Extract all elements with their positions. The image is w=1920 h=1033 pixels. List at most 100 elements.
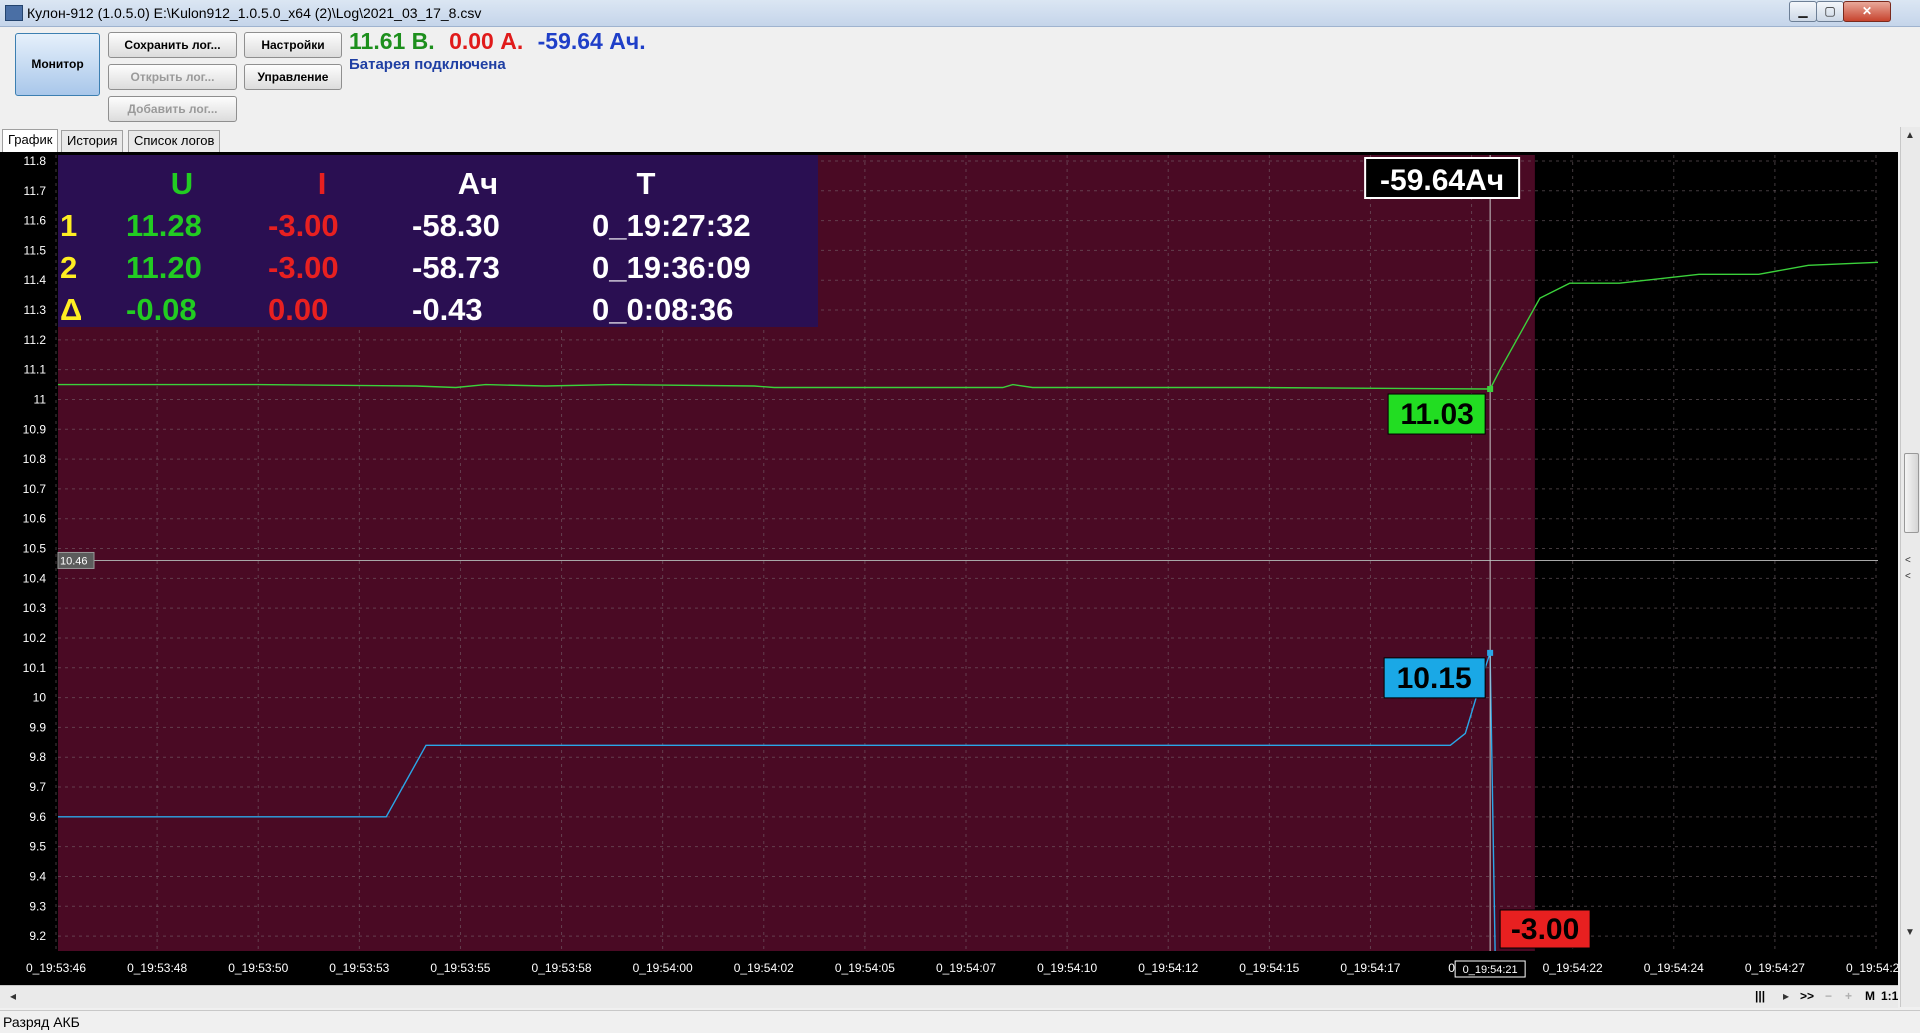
y-tick-label: 10 — [33, 691, 47, 705]
status-text: Разряд АКБ — [3, 1014, 80, 1030]
forward-button[interactable]: >> — [1800, 989, 1814, 1003]
scroll-thumb[interactable] — [1904, 453, 1919, 533]
x-tick-label: 0_19:54:17 — [1340, 961, 1400, 975]
y-tick-label: 10.3 — [23, 601, 47, 615]
ratio-button[interactable]: 1:1 — [1881, 989, 1898, 1003]
control-button[interactable]: Управление — [244, 64, 342, 90]
y-tick-label: 9.2 — [29, 929, 46, 943]
grid-toggle-button[interactable]: ||| — [1755, 989, 1765, 1003]
zoom-out-button[interactable]: − — [1825, 989, 1832, 1003]
capacity-readout: -59.64 Ач. — [537, 28, 646, 54]
x-tick-label: 0_19:54:05 — [835, 961, 895, 975]
measure-row-ah: -0.43 — [412, 292, 483, 327]
x-tick-label: 0_19:54:15 — [1239, 961, 1299, 975]
measure-row-u: -0.08 — [126, 292, 197, 327]
x-tick-label: 0_19:54:24 — [1644, 961, 1704, 975]
collapse-left-icon[interactable]: < — [1905, 555, 1911, 566]
y-tick-label: 11.1 — [24, 363, 47, 377]
y-tick-label: 9.9 — [29, 720, 46, 734]
measure-row-t: 0_19:27:32 — [592, 208, 751, 243]
y-tick-label: 10.6 — [23, 512, 47, 526]
zoom-in-button[interactable]: + — [1845, 989, 1852, 1003]
x-tick-label: 0_19:54:27 — [1745, 961, 1805, 975]
tab-graph[interactable]: График — [2, 129, 59, 153]
measure-row-label: 1 — [60, 208, 77, 243]
monitor-button[interactable]: Монитор — [15, 33, 100, 96]
x-tick-label: 0_19:54:12 — [1138, 961, 1198, 975]
y-tick-label: 9.8 — [29, 750, 46, 764]
scroll-down-icon[interactable]: ▼ — [1905, 927, 1915, 938]
voltage-cursor-marker — [1487, 386, 1494, 393]
y-tick-label: 11.7 — [24, 184, 47, 198]
app-icon — [5, 5, 23, 21]
scroll-right-icon[interactable]: ▸ — [1783, 989, 1789, 1003]
y-tick-label: 10.1 — [23, 661, 47, 675]
live-readout: 11.61 В. 0.00 А. -59.64 Ач. — [349, 28, 654, 55]
x-tick-label: 0_19:53:58 — [532, 961, 592, 975]
add-log-button[interactable]: Добавить лог... — [108, 96, 237, 122]
x-tick-label: 0_19:54:10 — [1037, 961, 1097, 975]
y-tick-label: 11.8 — [24, 154, 47, 168]
minimize-button[interactable]: ▁ — [1789, 1, 1817, 22]
status-bar: Разряд АКБ — [0, 1010, 1920, 1033]
y-tick-label: 10.4 — [23, 571, 47, 585]
voltage-current-chart[interactable]: 11.811.711.611.511.411.311.211.11110.910… — [0, 152, 1898, 985]
measure-row-u: 11.28 — [126, 208, 202, 243]
x-tick-label: 0_19:54:02 — [734, 961, 794, 975]
current-cursor-label: 10.15 — [1397, 662, 1472, 695]
measure-row-t: 0_0:08:36 — [592, 292, 733, 327]
horizontal-scrollbar[interactable]: ◂ ||| ▸ >> − + M 1:1 — [0, 985, 1898, 1008]
y-tick-label: 10.9 — [23, 422, 47, 436]
y-tick-label: 9.4 — [29, 869, 46, 883]
collapse-left-icon-2[interactable]: < — [1905, 571, 1911, 582]
tab-history[interactable]: История — [61, 130, 124, 153]
measure-row-label: Δ — [60, 292, 82, 327]
close-button[interactable]: ✕ — [1843, 1, 1891, 22]
chart-panel[interactable]: 11.8 11.7 11.6 11.5 11.4 11.3 11.2 11.1 11 10.9 10… — [0, 152, 1898, 985]
settings-button[interactable]: Настройки — [244, 32, 342, 58]
measure-row-ah: -58.30 — [412, 208, 500, 243]
measure-row-i: -3.00 — [268, 208, 339, 243]
x-tick-label: 0_19:54:00 — [633, 961, 693, 975]
x-tick-label: 0_19:54:07 — [936, 961, 996, 975]
y-tick-label: 11.2 — [24, 333, 47, 347]
y-tick-label: 11.5 — [24, 243, 47, 257]
vertical-scrollbar[interactable]: ▲ < < ▼ — [1900, 127, 1920, 1007]
y-tick-label: 10.5 — [23, 542, 47, 556]
window-title: Кулон-912 (1.0.5.0) E:\Kulon912_1.0.5.0_… — [27, 5, 482, 21]
current-value-label: -3.00 — [1511, 913, 1579, 946]
measure-header-1: I — [318, 166, 327, 201]
scroll-left-icon[interactable]: ◂ — [10, 989, 16, 1003]
measure-row-ah: -58.73 — [412, 250, 500, 285]
measure-row-i: 0.00 — [268, 292, 328, 327]
title-bar: Кулон-912 (1.0.5.0) E:\Kulon912_1.0.5.0_… — [0, 0, 1920, 27]
maximize-button[interactable]: ▢ — [1816, 1, 1844, 22]
voltage-readout: 11.61 В. — [349, 28, 435, 54]
y-tick-label: 10.8 — [23, 452, 47, 466]
voltage-cursor-label: 11.03 — [1400, 398, 1473, 431]
save-log-button[interactable]: Сохранить лог... — [108, 32, 237, 58]
x-tick-label: 0_19:53:53 — [329, 961, 389, 975]
x-tick-label: 0_19:53:50 — [228, 961, 288, 975]
x-tick-label: 0_19:53:48 — [127, 961, 187, 975]
tab-log-list[interactable]: Список логов — [128, 130, 221, 153]
battery-status: Батарея подключена — [349, 56, 506, 73]
measure-row-t: 0_19:36:09 — [592, 250, 751, 285]
y-tick-label: 11.6 — [24, 214, 47, 228]
measure-header-2: Ач — [458, 166, 498, 201]
measure-row-label: 2 — [60, 250, 77, 285]
m-button[interactable]: M — [1865, 989, 1875, 1003]
current-readout: 0.00 А. — [449, 28, 524, 54]
y-tick-label: 9.5 — [29, 840, 46, 854]
measure-header-0: U — [171, 166, 193, 201]
y-tick-label: 9.6 — [29, 810, 46, 824]
y-tick-label: 9.7 — [29, 780, 46, 794]
measure-row-u: 11.20 — [126, 250, 202, 285]
open-log-button[interactable]: Открыть лог... — [108, 64, 237, 90]
x-tick-label: 0_19:54:22 — [1543, 961, 1603, 975]
y-tick-label: 11.3 — [24, 303, 47, 317]
time-cursor-label: 0_19:54:21 — [1463, 964, 1518, 976]
y-tick-label: 11.4 — [24, 273, 47, 287]
threshold-label: 10.46 — [60, 555, 88, 567]
scroll-up-icon[interactable]: ▲ — [1905, 130, 1915, 141]
